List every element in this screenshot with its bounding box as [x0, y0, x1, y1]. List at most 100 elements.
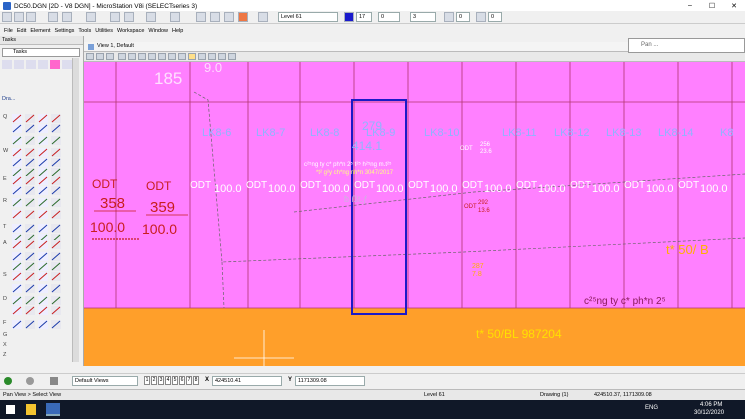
- fill-tool-icon[interactable]: [38, 158, 48, 167]
- clock-date[interactable]: 30/12/2020: [694, 410, 724, 416]
- view-button-5[interactable]: 5: [172, 376, 178, 385]
- help-icon[interactable]: [170, 12, 180, 22]
- tasks-scrollbar[interactable]: [72, 58, 79, 362]
- trim-tool-icon[interactable]: [51, 296, 61, 305]
- clip-mask-icon[interactable]: [228, 53, 236, 60]
- polygon-tool-icon[interactable]: [51, 148, 61, 157]
- dimension-tool-icon[interactable]: [12, 176, 22, 185]
- paste-icon[interactable]: [110, 12, 120, 22]
- delete-tool-icon[interactable]: [51, 284, 61, 293]
- rotate-tool-icon[interactable]: [38, 240, 48, 249]
- line-tool-icon[interactable]: [25, 114, 35, 123]
- cut-icon[interactable]: [62, 12, 72, 22]
- array-tool-icon[interactable]: [25, 272, 35, 281]
- copy-tool-icon[interactable]: [25, 224, 35, 233]
- fit-view-icon[interactable]: [148, 53, 156, 60]
- delete-tool-icon[interactable]: [38, 284, 48, 293]
- circle-tool-icon[interactable]: [51, 136, 61, 145]
- cell-tool-icon[interactable]: [12, 186, 22, 195]
- maximize-button[interactable]: ☐: [701, 2, 723, 10]
- modify-tool-icon[interactable]: [12, 210, 22, 219]
- menu-utilities[interactable]: Utilities: [95, 28, 113, 34]
- redo-icon[interactable]: [146, 12, 156, 22]
- drawing-group-label[interactable]: Dra...: [2, 96, 80, 104]
- mirror-tool-icon[interactable]: [12, 262, 22, 271]
- menu-help[interactable]: Help: [172, 28, 183, 34]
- fillet-tool-icon[interactable]: [51, 320, 61, 329]
- mirror-tool-icon[interactable]: [25, 262, 35, 271]
- view-button-2[interactable]: 2: [151, 376, 157, 385]
- tools-icon[interactable]: [62, 60, 72, 69]
- extend-tool-icon[interactable]: [12, 306, 22, 315]
- language-indicator[interactable]: ENG: [645, 405, 658, 411]
- x-coord-field[interactable]: 424510.41: [212, 376, 282, 386]
- cell-tool-icon[interactable]: [51, 186, 61, 195]
- menu-element[interactable]: Element: [30, 28, 50, 34]
- fill-tool-icon[interactable]: [12, 158, 22, 167]
- view-button-1[interactable]: 1: [144, 376, 150, 385]
- fill-tool-icon[interactable]: [51, 158, 61, 167]
- undo-icon[interactable]: [124, 12, 134, 22]
- view-button-8[interactable]: 8: [193, 376, 199, 385]
- array-tool-icon[interactable]: [12, 272, 22, 281]
- copy-tool-icon[interactable]: [38, 224, 48, 233]
- file-explorer-icon[interactable]: [26, 404, 36, 415]
- zoom-in-icon[interactable]: [118, 53, 126, 60]
- microstation-taskbar-icon[interactable]: [46, 403, 60, 416]
- palette-icon[interactable]: [210, 12, 220, 22]
- delete-tool-icon[interactable]: [25, 284, 35, 293]
- arc-tool-icon[interactable]: [12, 124, 22, 133]
- print-icon[interactable]: [48, 12, 58, 22]
- rotate-tool-icon[interactable]: [25, 240, 35, 249]
- rotate-tool-icon[interactable]: [12, 240, 22, 249]
- locks-icon[interactable]: [50, 377, 58, 385]
- drawing-canvas[interactable]: 185 9.0 LK8-6 LK8-7 LK8-8 LK8-9 LK8-10 L…: [84, 62, 745, 366]
- rotate-view-icon[interactable]: [158, 53, 166, 60]
- snap-icon[interactable]: [26, 377, 34, 385]
- fillet-tool-icon[interactable]: [12, 320, 22, 329]
- view-button-3[interactable]: 3: [158, 376, 164, 385]
- scale-tool-icon[interactable]: [51, 252, 61, 261]
- trim-tool-icon[interactable]: [38, 296, 48, 305]
- cell-tool-icon[interactable]: [25, 186, 35, 195]
- view-previous-icon[interactable]: [168, 53, 176, 60]
- copy-tool-icon[interactable]: [51, 224, 61, 233]
- pattern-tool-icon[interactable]: [25, 198, 35, 207]
- line-tool-icon[interactable]: [38, 114, 48, 123]
- close-button[interactable]: ✕: [723, 2, 745, 10]
- circle-tool-icon[interactable]: [38, 136, 48, 145]
- view-next-icon[interactable]: [178, 53, 186, 60]
- trim-tool-icon[interactable]: [25, 296, 35, 305]
- circle-tool-icon[interactable]: [12, 136, 22, 145]
- polygon-tool-icon[interactable]: [12, 148, 22, 157]
- arc-tool-icon[interactable]: [25, 124, 35, 133]
- key-in-icon[interactable]: [196, 12, 206, 22]
- polygon-tool-icon[interactable]: [38, 148, 48, 157]
- new-file-icon[interactable]: [2, 12, 12, 22]
- y-coord-field[interactable]: 1171309.08: [295, 376, 365, 386]
- scale-tool-icon[interactable]: [25, 252, 35, 261]
- windows-start-icon[interactable]: [6, 405, 15, 414]
- level-combo[interactable]: Level 61: [278, 12, 338, 22]
- clip-volume-icon[interactable]: [218, 53, 226, 60]
- array-tool-icon[interactable]: [51, 272, 61, 281]
- circle-tool-icon[interactable]: [25, 136, 35, 145]
- priority-combo[interactable]: 0: [488, 12, 502, 22]
- save-icon[interactable]: [26, 12, 36, 22]
- menu-tools[interactable]: Tools: [78, 28, 91, 34]
- element-selection-icon[interactable]: [2, 60, 12, 69]
- modify-tool-icon[interactable]: [51, 210, 61, 219]
- menu-file[interactable]: File: [4, 28, 13, 34]
- trim-tool-icon[interactable]: [12, 296, 22, 305]
- modify-tool-icon[interactable]: [38, 210, 48, 219]
- color-combo[interactable]: 17: [356, 12, 372, 22]
- mirror-tool-icon[interactable]: [38, 262, 48, 271]
- extend-tool-icon[interactable]: [25, 306, 35, 315]
- pattern-tool-icon[interactable]: [12, 198, 22, 207]
- polygon-tool-icon[interactable]: [25, 148, 35, 157]
- view-button-6[interactable]: 6: [179, 376, 185, 385]
- minimize-button[interactable]: –: [679, 2, 701, 10]
- view-button-4[interactable]: 4: [165, 376, 171, 385]
- zoom-out-icon[interactable]: [128, 53, 136, 60]
- measure-icon[interactable]: [38, 60, 48, 69]
